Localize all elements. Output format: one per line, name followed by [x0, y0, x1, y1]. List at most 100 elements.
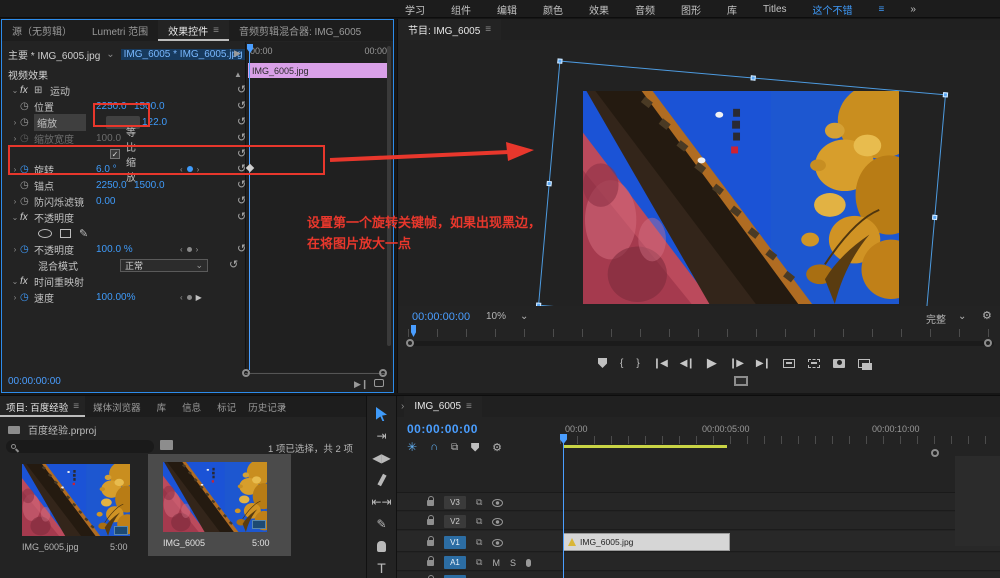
program-time-ruler[interactable]: [408, 329, 994, 337]
sequence-clip-label[interactable]: IMG_6005 * IMG_6005.jpg: [120, 48, 246, 60]
project-search-input[interactable]: [6, 440, 154, 453]
go-to-in-icon[interactable]: ❙◀: [653, 358, 668, 369]
reset-blend-icon[interactable]: ↺: [229, 259, 238, 271]
new-bin-icon[interactable]: [160, 440, 173, 450]
project-item-selected[interactable]: IMG_6005 5:00: [148, 454, 291, 556]
program-scroll-left-handle[interactable]: [406, 339, 414, 347]
program-timecode[interactable]: 00:00:00:00: [412, 311, 470, 323]
opacity-keyframe-nav[interactable]: ‹ ›: [180, 245, 198, 254]
add-marker-icon[interactable]: [471, 442, 480, 452]
track-label[interactable]: V2: [444, 515, 466, 528]
bbox-handle[interactable]: [750, 75, 756, 81]
blend-mode-select[interactable]: 正常 ⌄: [120, 258, 208, 272]
lock-icon[interactable]: [427, 555, 434, 566]
sync-lock-icon[interactable]: ⧉: [476, 516, 482, 527]
linked-selection-icon[interactable]: ⧉: [451, 442, 458, 453]
ec-hscroll-right-handle[interactable]: [379, 369, 387, 377]
track-visibility-icon[interactable]: [492, 517, 504, 526]
add-marker-icon[interactable]: [598, 358, 607, 368]
program-quality-select[interactable]: 完整 ⌄: [926, 311, 966, 326]
anchor-x-value[interactable]: 2250.0: [96, 180, 134, 191]
lift-icon[interactable]: [783, 358, 795, 368]
panel-menu-icon[interactable]: ≡: [213, 25, 219, 36]
ec-vscrollbar[interactable]: [387, 46, 391, 346]
tab-audio-clip-mixer[interactable]: 音频剪辑混合器: IMG_6005: [229, 20, 371, 41]
lock-icon[interactable]: [427, 514, 434, 525]
mark-in-icon[interactable]: {: [620, 358, 623, 369]
effect-opacity[interactable]: ⌄ fx 不透明度 ↺: [10, 209, 247, 225]
work-area-bar[interactable]: [563, 445, 727, 448]
menu-item[interactable]: 效果: [589, 2, 609, 17]
timeline-playhead[interactable]: [563, 436, 564, 578]
clip-fx-badge[interactable]: [568, 538, 576, 546]
pen-mask-icon[interactable]: ✎: [79, 227, 88, 240]
stopwatch-icon[interactable]: ◷: [20, 117, 34, 128]
bbox-handle[interactable]: [535, 302, 542, 306]
track-label[interactable]: V3: [444, 496, 466, 509]
collapse-params-icon[interactable]: ▶: [234, 48, 241, 59]
selection-tool[interactable]: [367, 404, 397, 424]
tab-info[interactable]: 信息: [174, 396, 209, 417]
tab-source-monitor[interactable]: 源（无剪辑）: [2, 20, 82, 41]
timeline-clip[interactable]: IMG_6005.jpg: [563, 533, 730, 551]
track-header-a1[interactable]: A1 ⧉ M S: [427, 555, 531, 569]
param-opacity[interactable]: › ◷ 不透明度 100.0 % ‹ › ↺: [10, 241, 247, 257]
type-tool[interactable]: T: [367, 558, 397, 578]
workspace-menu-icon[interactable]: ≡: [879, 4, 885, 15]
track-header-v1[interactable]: V1 ⧉: [427, 535, 504, 549]
antiflicker-value[interactable]: 0.00: [96, 196, 115, 207]
bbox-handle[interactable]: [557, 58, 563, 64]
bbox-handle[interactable]: [932, 214, 938, 221]
tab-libraries[interactable]: 库: [149, 396, 175, 417]
step-back-icon[interactable]: ◀❙: [680, 358, 695, 369]
panel-menu-icon[interactable]: ≡: [466, 401, 472, 412]
snap-magnet-icon[interactable]: ∩: [430, 441, 438, 453]
razor-tool[interactable]: [367, 470, 397, 490]
ec-loop-icon[interactable]: [374, 379, 384, 387]
tab-program-monitor[interactable]: 节目: IMG_6005 ≡: [398, 19, 502, 40]
chevron-down-icon[interactable]: ⌄: [106, 49, 114, 60]
ripple-edit-tool[interactable]: ◀▶: [367, 448, 397, 468]
pen-tool[interactable]: ✎: [367, 514, 397, 534]
bbox-handle[interactable]: [546, 180, 552, 187]
project-item[interactable]: IMG_6005.jpg 5:00: [18, 458, 136, 558]
effect-time-remap[interactable]: ⌄ fx 时间重映射: [10, 273, 84, 289]
ec-bottom-timecode[interactable]: 00:00:00:00: [8, 376, 61, 387]
speed-keyframe-nav[interactable]: ‹ ▶: [180, 293, 202, 302]
menu-item[interactable]: 库: [727, 2, 737, 17]
program-scroll-right-handle[interactable]: [984, 339, 992, 347]
lock-icon[interactable]: [427, 495, 434, 506]
tab-timeline-sequence[interactable]: IMG_6005 ≡: [404, 396, 482, 417]
sync-lock-icon[interactable]: ⧉: [476, 557, 482, 568]
sync-lock-icon[interactable]: ⧉: [476, 537, 482, 548]
menu-item[interactable]: 学习: [405, 2, 425, 17]
panel-menu-icon[interactable]: ≡: [485, 24, 491, 35]
program-frame-image[interactable]: [583, 91, 899, 304]
ellipse-mask-icon[interactable]: [38, 228, 52, 238]
tab-markers[interactable]: 标记: [209, 396, 244, 417]
export-frame-icon[interactable]: [833, 358, 845, 368]
voiceover-record-icon[interactable]: [525, 558, 531, 567]
menu-item[interactable]: 组件: [451, 2, 471, 17]
extract-icon[interactable]: [808, 358, 820, 368]
panel-overflow-icon[interactable]: »: [280, 401, 285, 412]
program-settings-icon[interactable]: ⚙: [982, 309, 992, 322]
tab-project[interactable]: 项目: 百度经验 ≡: [0, 396, 86, 417]
project-file-row[interactable]: 百度经验.prproj: [8, 422, 96, 437]
step-forward-icon[interactable]: ❙▶: [729, 358, 744, 369]
param-blend-mode[interactable]: 混合模式 正常 ⌄ ↺: [38, 257, 238, 273]
item-name[interactable]: IMG_6005.jpg: [22, 542, 102, 552]
anchor-y-value[interactable]: 1500.0: [134, 180, 165, 191]
track-visibility-icon[interactable]: [492, 538, 504, 547]
param-antiflicker[interactable]: › ◷ 防闪烁滤镜 0.00 ↺: [10, 193, 247, 209]
tab-media-browser[interactable]: 媒体浏览器: [85, 396, 149, 417]
rect-mask-icon[interactable]: [60, 228, 71, 238]
ec-play-only-icon[interactable]: ▶❙: [354, 379, 368, 390]
stopwatch-icon[interactable]: ◷: [20, 101, 34, 112]
item-name[interactable]: IMG_6005: [163, 538, 233, 548]
menu-item[interactable]: 编辑: [497, 2, 517, 17]
menu-item[interactable]: Titles: [763, 4, 787, 15]
tab-lumetri-scopes[interactable]: Lumetri 范围: [82, 20, 158, 41]
time-ruler[interactable]: [560, 436, 1000, 444]
program-zoom-select[interactable]: 10% ⌄: [486, 311, 528, 322]
